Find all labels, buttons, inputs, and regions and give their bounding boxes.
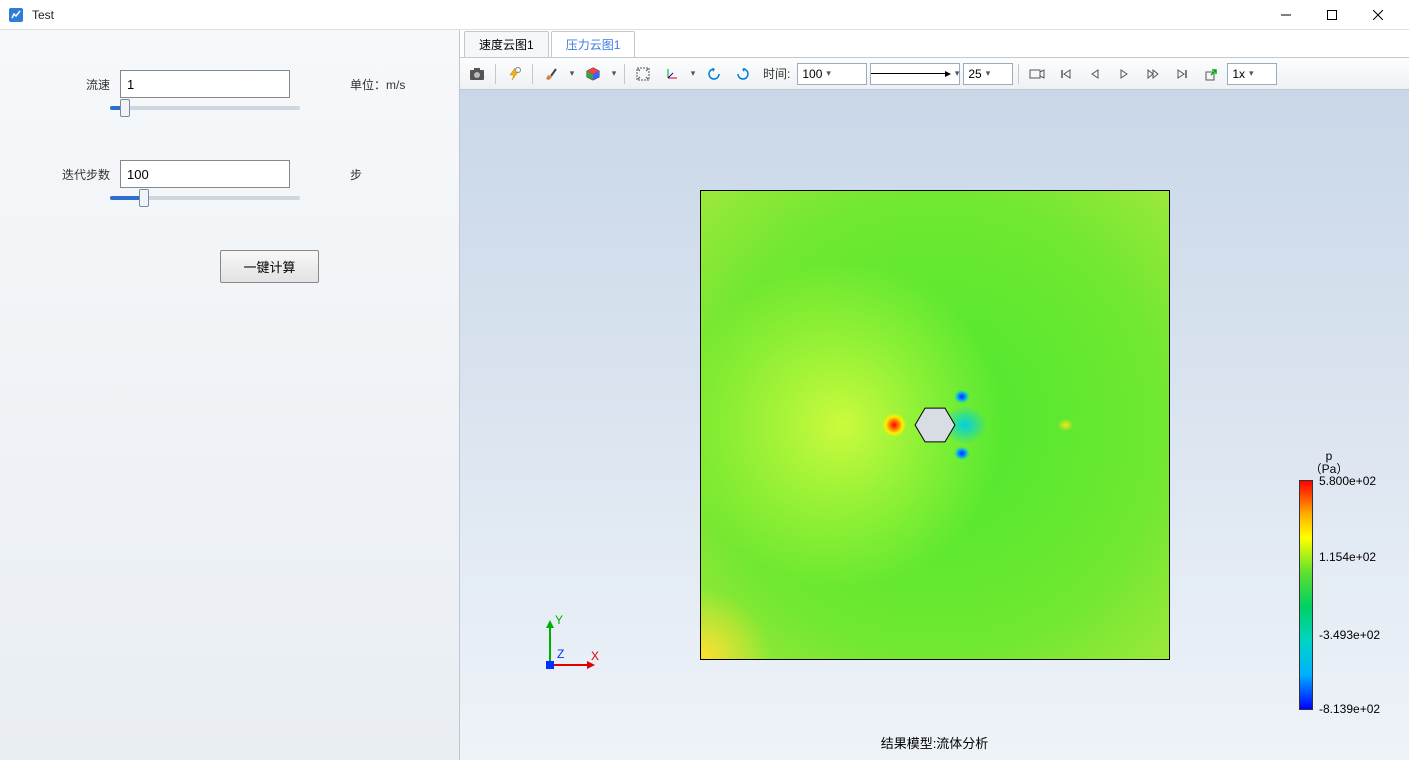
export-icon[interactable]	[1198, 62, 1224, 86]
viewport[interactable]: Y X Z p （Pa） 5.800e+02 1.154e+02 -3.4	[460, 90, 1409, 760]
tab-bar: 速度云图1 压力云图1	[460, 30, 1409, 58]
svg-text:Y: Y	[555, 613, 563, 627]
fps-combo[interactable]: 25▾	[963, 63, 1013, 85]
flow-speed-slider[interactable]	[110, 106, 300, 110]
calculate-button[interactable]: 一键计算	[220, 250, 318, 283]
minimize-button[interactable]	[1263, 0, 1309, 30]
speed-combo[interactable]: 1x▾	[1227, 63, 1277, 85]
camera-icon[interactable]	[464, 62, 490, 86]
tab-velocity[interactable]: 速度云图1	[464, 31, 549, 57]
color-legend: p （Pa） 5.800e+02 1.154e+02 -3.493e+02 -8…	[1299, 450, 1389, 710]
window-title: Test	[32, 8, 1263, 22]
time-combo[interactable]: 100▾	[797, 63, 867, 85]
prev-frame-icon[interactable]	[1082, 62, 1108, 86]
titlebar: Test	[0, 0, 1409, 30]
flow-speed-label: 流速	[30, 76, 120, 93]
control-panel: 流速 单位：m/s 迭代步数 步 一键计算	[0, 30, 460, 760]
brush-dropdown[interactable]: ▾	[567, 68, 577, 79]
maximize-button[interactable]	[1309, 0, 1355, 30]
first-frame-icon[interactable]	[1053, 62, 1079, 86]
axes-dropdown[interactable]: ▾	[688, 68, 698, 79]
flow-speed-unit: 单位：m/s	[350, 76, 405, 93]
close-button[interactable]	[1355, 0, 1401, 30]
cube-dropdown[interactable]: ▾	[609, 68, 619, 79]
app-icon	[8, 7, 24, 23]
next-frame-icon[interactable]	[1140, 62, 1166, 86]
iterations-input[interactable]	[120, 160, 290, 188]
rotate-ccw-icon[interactable]	[701, 62, 727, 86]
cube-icon[interactable]	[580, 62, 606, 86]
brush-icon[interactable]	[538, 62, 564, 86]
svg-text:X: X	[591, 649, 599, 663]
rotate-cw-icon[interactable]	[730, 62, 756, 86]
axis-triad: Y X Z	[535, 610, 605, 680]
pressure-contour	[700, 190, 1170, 660]
play-icon[interactable]	[1111, 62, 1137, 86]
svg-text:Z: Z	[557, 647, 564, 661]
lightning-icon[interactable]	[501, 62, 527, 86]
iterations-label: 迭代步数	[30, 166, 120, 183]
legend-bar	[1299, 480, 1313, 710]
last-frame-icon[interactable]	[1169, 62, 1195, 86]
iterations-unit: 步	[350, 166, 362, 183]
record-icon[interactable]	[1024, 62, 1050, 86]
axes-icon[interactable]	[659, 62, 685, 86]
status-text: 结果模型:流体分析	[881, 733, 989, 752]
tab-pressure[interactable]: 压力云图1	[551, 31, 636, 57]
line-style-combo[interactable]: ▾	[870, 63, 960, 85]
iterations-slider[interactable]	[110, 196, 300, 200]
flow-speed-input[interactable]	[120, 70, 290, 98]
viewer-toolbar: ▾ ▾ ▾ 时间: 100▾ ▾ 25▾ 1x▾	[460, 58, 1409, 90]
result-panel: 速度云图1 压力云图1 ▾ ▾ ▾ 时间: 100▾ ▾ 25▾	[460, 30, 1409, 760]
fit-view-icon[interactable]	[630, 62, 656, 86]
time-label: 时间:	[763, 65, 790, 82]
